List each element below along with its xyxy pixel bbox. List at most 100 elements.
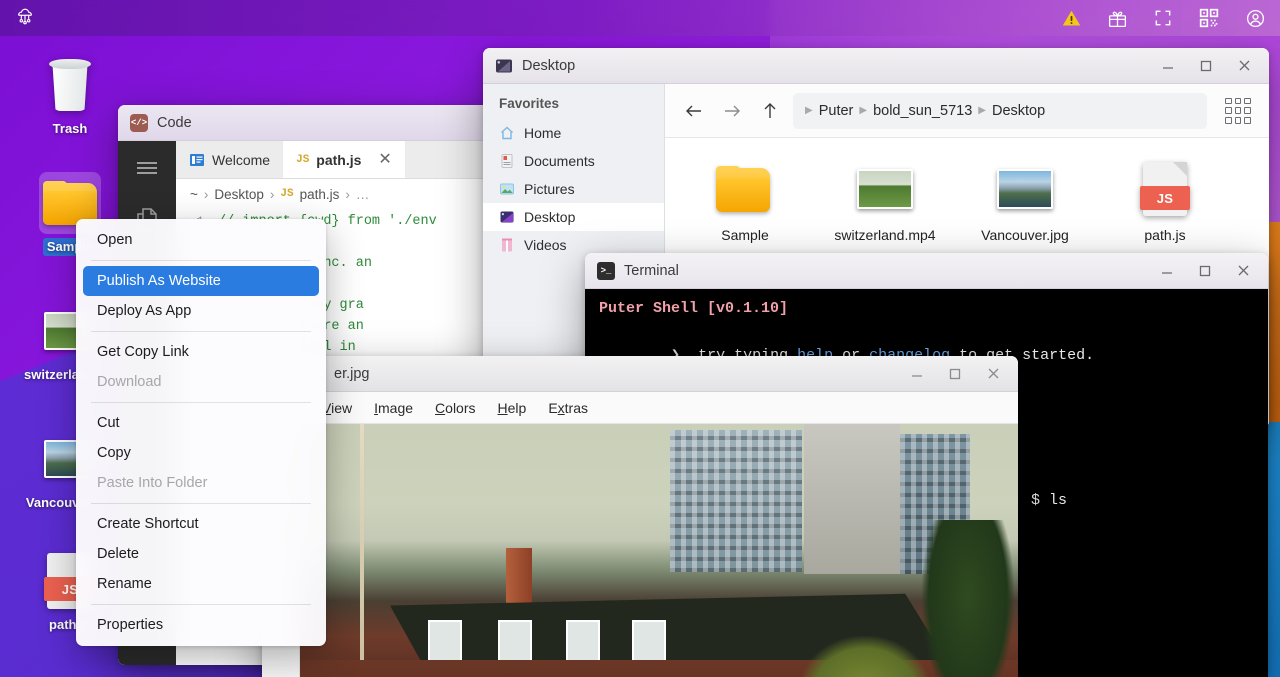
welcome-icon xyxy=(190,153,204,166)
maximize-button[interactable] xyxy=(1186,254,1224,288)
hamburger-menu-icon[interactable] xyxy=(130,153,164,183)
tab-pathjs[interactable]: JS path.js ✕ xyxy=(283,141,405,178)
maximize-button[interactable] xyxy=(1187,49,1225,83)
forward-button[interactable] xyxy=(717,96,747,126)
photo-tree xyxy=(922,520,1014,677)
up-button[interactable] xyxy=(755,96,785,126)
file-item-pathjs[interactable]: JS path.js xyxy=(1095,154,1235,249)
sidebar-item-label: Videos xyxy=(524,237,567,253)
warning-icon[interactable] xyxy=(1060,7,1082,29)
chevron-right-icon: ▶ xyxy=(978,105,986,116)
image-viewer-window[interactable]: er.jpg View Image Colors Help Extras xyxy=(262,356,1018,677)
desktop-icon-label: Trash xyxy=(52,121,88,136)
fullscreen-icon[interactable] xyxy=(1152,7,1174,29)
minimize-button[interactable] xyxy=(1148,254,1186,288)
chevron-right-icon: › xyxy=(269,186,275,202)
breadcrumb-segment[interactable]: ~ xyxy=(190,187,198,202)
sidebar-item-label: Desktop xyxy=(524,209,576,225)
close-button[interactable] xyxy=(1225,49,1263,83)
desktop-icon-trash[interactable]: Trash xyxy=(20,54,120,138)
close-button[interactable] xyxy=(1224,254,1262,288)
menubar-right xyxy=(1060,7,1266,29)
context-menu-item-create-shortcut[interactable]: Create Shortcut xyxy=(83,509,319,539)
home-icon xyxy=(499,125,515,141)
sidebar-item-desktop[interactable]: Desktop xyxy=(483,203,664,231)
context-menu[interactable]: Open Publish As Website Deploy As App Ge… xyxy=(76,219,326,646)
gift-icon[interactable] xyxy=(1106,7,1128,29)
terminal-prompt-icon: >_ xyxy=(597,261,615,280)
close-button[interactable] xyxy=(974,357,1012,391)
context-menu-item-properties[interactable]: Properties xyxy=(83,610,319,640)
grid-view-icon[interactable] xyxy=(1221,94,1255,128)
close-icon[interactable]: ✕ xyxy=(378,151,391,168)
folder-icon xyxy=(716,160,774,218)
image-viewer-titlebar[interactable]: er.jpg xyxy=(262,356,1018,392)
menu-separator xyxy=(91,604,311,605)
breadcrumb[interactable]: ▶ Puter ▶ bold_sun_5713 ▶ Desktop xyxy=(793,92,1207,129)
context-menu-item-cut[interactable]: Cut xyxy=(83,408,319,438)
file-item-vancouver[interactable]: Vancouver.jpg xyxy=(955,154,1095,249)
menu-help[interactable]: Help xyxy=(498,400,527,416)
context-menu-item-copy[interactable]: Copy xyxy=(83,438,319,468)
maximize-button[interactable] xyxy=(936,357,974,391)
context-menu-item-open[interactable]: Open xyxy=(83,225,319,255)
chevron-right-icon: ▶ xyxy=(805,105,813,116)
account-icon[interactable] xyxy=(1244,7,1266,29)
sidebar-item-home[interactable]: Home xyxy=(483,119,664,147)
photo-building xyxy=(804,424,900,574)
file-item-switzerland[interactable]: switzerland.mp4 xyxy=(815,154,955,249)
tab-welcome[interactable]: Welcome xyxy=(176,141,283,178)
video-thumbnail-icon xyxy=(857,160,913,218)
minimize-button[interactable] xyxy=(1149,49,1187,83)
sidebar-item-label: Home xyxy=(524,125,562,141)
terminal-banner-text: Puter Shell [v0.1.10] xyxy=(599,300,789,317)
files-window-title: Desktop xyxy=(522,57,576,74)
file-item-sample[interactable]: Sample xyxy=(675,154,815,249)
terminal-banner: Puter Shell [v0.1.10] xyxy=(599,297,1254,320)
menu-image[interactable]: Image xyxy=(374,400,413,416)
tab-label: path.js xyxy=(316,151,362,168)
image-viewer-menubar: View Image Colors Help Extras xyxy=(262,392,1018,424)
files-toolbar: ▶ Puter ▶ bold_sun_5713 ▶ Desktop xyxy=(665,84,1269,138)
context-menu-item-rename[interactable]: Rename xyxy=(83,569,319,599)
code-window-title: Code xyxy=(157,114,192,131)
trash-icon xyxy=(39,54,101,116)
menu-extras[interactable]: Extras xyxy=(548,400,588,416)
image-canvas[interactable] xyxy=(300,424,1018,677)
desktop-folder-icon xyxy=(495,57,513,75)
desktop[interactable]: Trash Sample switzerland.mp4 Vancouver.j… xyxy=(0,0,1280,677)
sidebar-item-documents[interactable]: Documents xyxy=(483,147,664,175)
back-button[interactable] xyxy=(679,96,709,126)
menu-separator xyxy=(91,331,311,332)
terminal-command: ls xyxy=(1049,492,1068,510)
puter-logo-icon[interactable] xyxy=(14,7,36,29)
tab-label: Welcome xyxy=(212,151,271,168)
breadcrumb-ellipsis[interactable]: … xyxy=(356,187,370,202)
breadcrumb-segment-puter[interactable]: Puter xyxy=(819,103,854,119)
terminal-window-controls xyxy=(1148,254,1262,288)
desktop-icon xyxy=(499,209,515,225)
menu-separator xyxy=(91,260,311,261)
sidebar-item-pictures[interactable]: Pictures xyxy=(483,175,664,203)
qr-code-icon[interactable] xyxy=(1198,7,1220,29)
menu-view[interactable]: View xyxy=(322,400,352,416)
documents-icon xyxy=(499,153,515,169)
top-menubar xyxy=(0,0,1280,36)
context-menu-item-delete[interactable]: Delete xyxy=(83,539,319,569)
photo-building xyxy=(670,430,802,572)
breadcrumb-segment[interactable]: path.js xyxy=(300,187,340,202)
breadcrumb-segment-desktop[interactable]: Desktop xyxy=(992,103,1045,119)
photo-mast xyxy=(360,424,364,674)
context-menu-item-publish-as-website[interactable]: Publish As Website xyxy=(83,266,319,296)
js-file-icon: JS xyxy=(1140,160,1190,218)
breadcrumb-segment[interactable]: Desktop xyxy=(214,187,264,202)
files-titlebar[interactable]: Desktop xyxy=(483,48,1269,84)
minimize-button[interactable] xyxy=(898,357,936,391)
photo-tree xyxy=(800,636,930,677)
menu-colors[interactable]: Colors xyxy=(435,400,475,416)
file-name: Sample xyxy=(721,227,769,243)
context-menu-item-deploy-as-app[interactable]: Deploy As App xyxy=(83,296,319,326)
breadcrumb-segment-user[interactable]: bold_sun_5713 xyxy=(873,103,972,119)
terminal-titlebar[interactable]: >_ Terminal xyxy=(585,253,1268,289)
context-menu-item-get-copy-link[interactable]: Get Copy Link xyxy=(83,337,319,367)
